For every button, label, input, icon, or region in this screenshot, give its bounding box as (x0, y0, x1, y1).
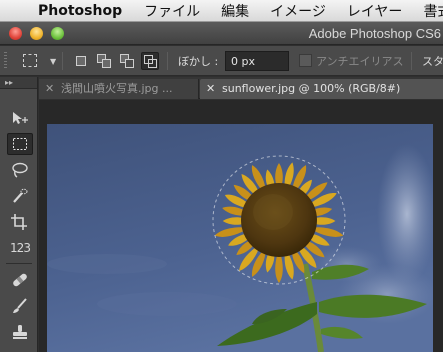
options-divider (411, 52, 412, 70)
close-icon[interactable]: ✕ (206, 79, 218, 98)
menu-type[interactable]: 書式 (423, 1, 443, 21)
tools-panel: ▸▸ 123 (0, 77, 38, 352)
tools-divider (6, 263, 32, 264)
feather-label: ぼかし : (178, 55, 219, 68)
intersect-selection-button[interactable] (141, 52, 159, 70)
document-tab-bar: ✕ 浅間山噴火写真.jpg ... ✕ sunflower.jpg @ 100% (… (39, 77, 443, 99)
menu-app-photoshop[interactable]: Photoshop (38, 3, 122, 19)
crop-icon (11, 214, 27, 230)
tab-label: 浅間山噴火写真.jpg ... (61, 82, 173, 95)
options-bar: ▼ ぼかし : アンチエイリアス スタ (0, 46, 443, 76)
menu-file[interactable]: ファイル (144, 1, 200, 21)
document-tab-asama[interactable]: ✕ 浅間山噴火写真.jpg ... (39, 79, 199, 99)
brush-tool[interactable] (7, 295, 33, 317)
options-bar-grip[interactable] (4, 52, 7, 70)
sunflower-photo[interactable] (47, 124, 433, 352)
options-divider (62, 52, 63, 70)
chevron-down-icon: ▼ (50, 57, 57, 66)
count-tool[interactable]: 123 (7, 237, 33, 259)
window-close-button[interactable] (9, 27, 22, 40)
rect-marquee-icon (23, 54, 37, 67)
lasso-icon (12, 162, 28, 178)
menu-edit[interactable]: 編集 (221, 1, 249, 21)
style-label: スタ (422, 55, 443, 68)
move-icon (13, 112, 28, 124)
canvas-area[interactable] (39, 100, 443, 352)
canvas-pasteboard (39, 100, 443, 124)
mac-menu-bar: Photoshop ファイル 編集 イメージ レイヤー 書式 (0, 0, 443, 22)
rect-marquee-tool[interactable] (7, 133, 33, 155)
count-tool-label: 123 (10, 241, 31, 255)
antialias-label: アンチエイリアス (316, 55, 404, 68)
quick-selection-tool[interactable] (7, 185, 33, 207)
tab-label: sunflower.jpg @ 100% (RGB/8#) (222, 82, 401, 95)
close-icon[interactable]: ✕ (45, 79, 57, 98)
new-selection-button[interactable] (72, 52, 90, 70)
window-minimize-button[interactable] (30, 27, 43, 40)
crop-tool[interactable] (7, 211, 33, 233)
window-title: Adobe Photoshop CS6 (308, 26, 441, 41)
options-divider (167, 52, 168, 70)
rect-marquee-icon (13, 138, 27, 150)
quick-selection-brush-icon (13, 188, 28, 203)
clone-stamp-tool[interactable] (7, 321, 33, 343)
window-title-bar: Adobe Photoshop CS6 (0, 22, 443, 45)
sunflower-image (47, 124, 433, 352)
tool-preset-picker[interactable]: ▼ (17, 51, 57, 71)
subtract-from-selection-button[interactable] (118, 52, 136, 70)
menu-layer[interactable]: レイヤー (347, 1, 403, 21)
stamp-icon (13, 325, 27, 339)
spot-healing-tool[interactable] (7, 269, 33, 291)
tools-panel-collapse-icon[interactable]: ▸▸ (0, 77, 37, 89)
add-to-selection-button[interactable] (95, 52, 113, 70)
lasso-tool[interactable] (7, 159, 33, 181)
window-zoom-button[interactable] (51, 27, 64, 40)
move-tool[interactable] (7, 107, 33, 129)
bandage-icon (13, 273, 27, 287)
menu-image[interactable]: イメージ (270, 1, 326, 21)
document-tab-sunflower[interactable]: ✕ sunflower.jpg @ 100% (RGB/8#) (200, 79, 443, 99)
brush-icon (13, 298, 27, 313)
feather-input[interactable] (225, 51, 289, 71)
antialias-checkbox[interactable] (299, 54, 312, 67)
